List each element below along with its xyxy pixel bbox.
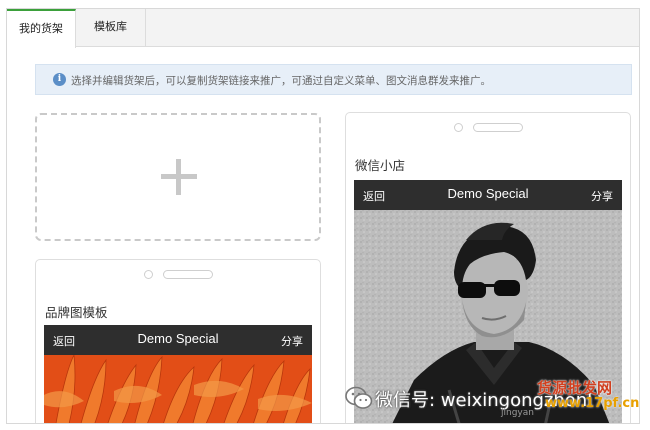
wechat-logo-icon: [345, 386, 373, 409]
watermark-sub: jingyan: [501, 408, 534, 418]
orange-flower-photo: [44, 355, 312, 423]
phone-speaker: [473, 123, 523, 132]
app-bar: 返回 Demo Special 分享: [354, 180, 622, 210]
card-title: 微信小店: [355, 158, 406, 173]
watermark-site: 货源批发网: [537, 379, 613, 397]
phone-camera: [454, 123, 463, 132]
share-button[interactable]: 分享: [281, 333, 303, 349]
shelf-panel: 我的货架 模板库 i 选择并编辑货架后，可以复制货架链接来推广，可通过自定义菜单…: [6, 8, 640, 424]
watermark-url: www.17pf.cn: [545, 396, 640, 411]
card-title: 品牌图模板: [45, 305, 108, 320]
shelf-card-brand-template[interactable]: 品牌图模板 返回 Demo Special 分享: [35, 259, 321, 423]
notice-text: 选择并编辑货架后，可以复制货架链接来推广，可通过自定义菜单、图文消息群发来推广。: [71, 75, 491, 87]
app-bar-title: Demo Special: [137, 331, 219, 346]
share-button[interactable]: 分享: [591, 188, 613, 204]
app-bar: 返回 Demo Special 分享: [44, 325, 312, 355]
watermark: 微信号: weixingongzhonl jingyan 货源批发网 www.1…: [345, 379, 645, 423]
tab-bar: 我的货架 模板库: [7, 9, 639, 48]
phone-speaker: [163, 270, 213, 279]
app-bar-title: Demo Special: [447, 186, 529, 201]
phone-top: [36, 260, 320, 290]
info-notice: i 选择并编辑货架后，可以复制货架链接来推广，可通过自定义菜单、图文消息群发来推…: [35, 64, 632, 95]
plus-icon: [161, 159, 197, 195]
phone-camera: [144, 270, 153, 279]
tab-my-shelves[interactable]: 我的货架: [7, 9, 76, 48]
info-icon: i: [53, 73, 66, 86]
tab-template-library[interactable]: 模板库: [76, 9, 146, 47]
phone-top: [346, 113, 630, 143]
add-shelf-button[interactable]: [35, 113, 321, 241]
